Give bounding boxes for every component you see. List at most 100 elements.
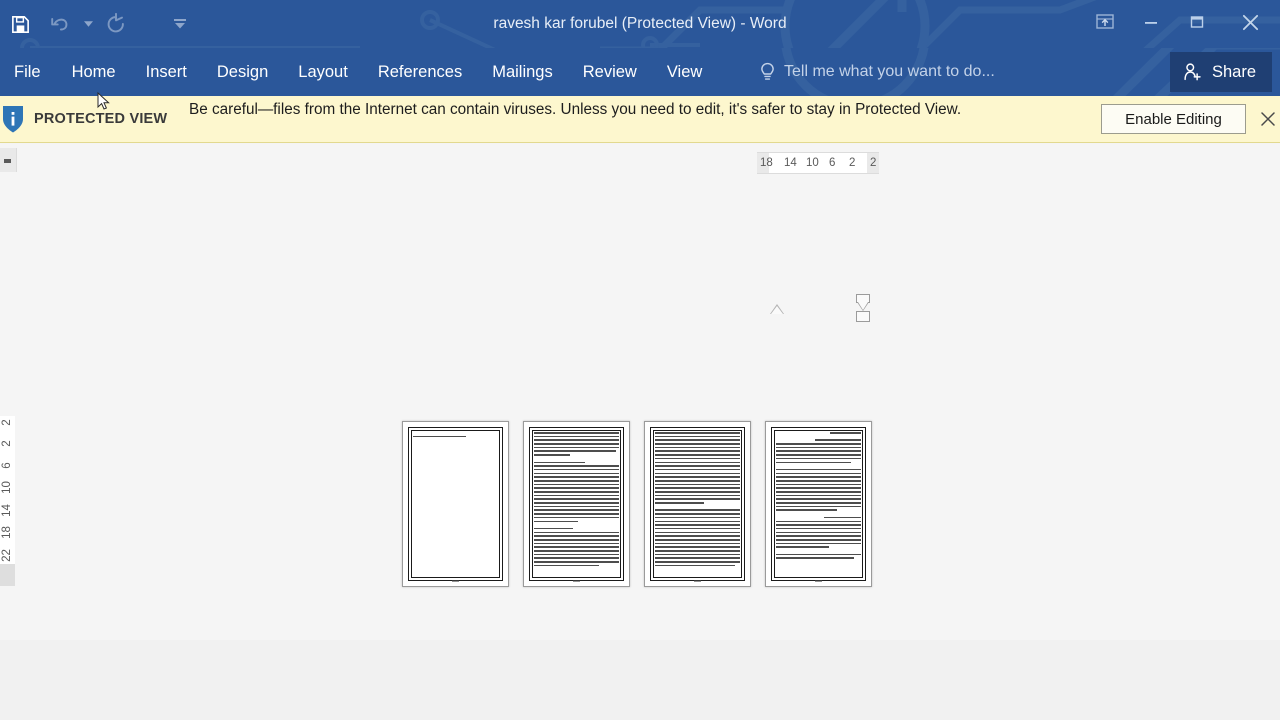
text-line xyxy=(534,432,619,434)
tab-home[interactable]: Home xyxy=(57,48,131,96)
horizontal-ruler-ticks: 18 14 10 6 2 2 xyxy=(757,153,879,173)
text-line xyxy=(655,432,740,434)
text-line xyxy=(776,443,861,445)
text-line xyxy=(534,542,619,545)
text-line xyxy=(534,435,619,438)
text-line xyxy=(534,553,619,556)
ribbon-display-options-button[interactable] xyxy=(1082,0,1128,44)
text-line xyxy=(534,439,619,441)
page-thumbnail[interactable] xyxy=(644,421,751,587)
lightbulb-icon xyxy=(761,62,774,80)
text-line xyxy=(655,446,740,449)
horizontal-ruler[interactable]: 18 14 10 6 2 2 xyxy=(757,152,879,174)
text-line xyxy=(534,483,619,486)
tab-insert[interactable]: Insert xyxy=(131,48,202,96)
tab-references[interactable]: References xyxy=(363,48,477,96)
text-line xyxy=(655,542,740,545)
dismiss-protected-view-button[interactable] xyxy=(1257,108,1279,130)
text-line xyxy=(534,531,619,534)
text-line xyxy=(534,538,619,541)
text-line xyxy=(776,479,861,482)
quick-access-toolbar[interactable] xyxy=(0,0,188,48)
tell-me-placeholder: Tell me what you want to do... xyxy=(784,63,995,80)
vruler-tick-18: 18 xyxy=(1,526,13,539)
customize-quick-access-toolbar-button[interactable] xyxy=(172,4,188,44)
tab-file[interactable]: File xyxy=(0,48,57,96)
enable-editing-button[interactable]: Enable Editing xyxy=(1101,104,1246,134)
hruler-tick-6: 6 xyxy=(829,157,836,169)
text-line xyxy=(655,443,740,445)
minimize-button[interactable] xyxy=(1128,0,1174,44)
protected-view-bar: PROTECTED VIEW Be careful—files from the… xyxy=(0,96,1280,143)
restore-icon xyxy=(1190,16,1204,28)
text-line xyxy=(655,516,740,519)
text-line xyxy=(655,468,740,471)
page-thumbnails[interactable] xyxy=(402,421,872,587)
page-text-lines xyxy=(776,432,861,574)
right-indent-marker[interactable] xyxy=(770,304,784,314)
text-line xyxy=(655,520,740,523)
redo-icon xyxy=(107,13,124,33)
ribbon-display-options-icon xyxy=(1096,14,1114,29)
tab-mailings[interactable]: Mailings xyxy=(477,48,568,96)
text-line xyxy=(534,479,619,482)
protected-view-label: PROTECTED VIEW xyxy=(34,111,168,127)
text-line xyxy=(655,435,740,438)
close-icon xyxy=(1242,14,1258,30)
text-line xyxy=(655,502,705,504)
text-line xyxy=(655,561,740,563)
text-line xyxy=(655,513,740,515)
text-line xyxy=(655,487,740,489)
text-line xyxy=(655,524,740,526)
left-indent-marker[interactable] xyxy=(856,311,870,322)
text-line xyxy=(815,439,861,441)
share-button[interactable]: Share xyxy=(1169,52,1272,92)
text-line xyxy=(655,498,740,500)
undo-button[interactable] xyxy=(40,4,80,44)
tab-selector-button[interactable] xyxy=(0,148,17,172)
undo-dropdown-button[interactable] xyxy=(80,4,96,44)
document-canvas[interactable]: 18 14 10 6 2 2 2 2 6 10 14 18 22 xyxy=(0,144,1280,720)
page-thumbnail[interactable] xyxy=(523,421,630,587)
text-line xyxy=(776,535,861,537)
page-thumbnail[interactable] xyxy=(765,421,872,587)
hanging-indent-marker[interactable] xyxy=(857,302,869,311)
text-line xyxy=(655,553,740,556)
close-button[interactable] xyxy=(1220,0,1280,44)
text-line xyxy=(534,476,619,478)
text-line xyxy=(534,454,570,456)
save-button[interactable] xyxy=(0,4,40,44)
page-number-footer xyxy=(524,580,629,582)
canvas-lower-band xyxy=(0,640,1280,720)
text-line xyxy=(655,472,740,475)
redo-button[interactable] xyxy=(96,4,136,44)
text-line xyxy=(655,509,740,512)
text-line xyxy=(534,498,619,500)
ribbon-tab-bar: File Home Insert Design Layout Reference… xyxy=(0,48,1280,96)
tell-me-search[interactable]: Tell me what you want to do... xyxy=(760,48,995,96)
page-number-footer xyxy=(766,580,871,582)
window-controls[interactable] xyxy=(1082,0,1280,44)
tab-design[interactable]: Design xyxy=(202,48,283,96)
page-thumbnail[interactable] xyxy=(402,421,509,587)
text-line xyxy=(534,516,619,519)
text-line xyxy=(776,553,861,556)
text-line xyxy=(534,472,619,475)
text-line xyxy=(655,491,740,493)
text-line xyxy=(776,557,855,559)
text-line xyxy=(776,498,861,500)
text-line xyxy=(823,516,861,519)
text-line xyxy=(776,457,861,460)
text-line xyxy=(655,557,740,559)
tab-layout[interactable]: Layout xyxy=(283,48,363,96)
text-line xyxy=(655,546,740,548)
text-line xyxy=(776,527,861,530)
hruler-tick-18: 18 xyxy=(760,157,773,169)
tab-view[interactable]: View xyxy=(652,48,717,96)
restore-button[interactable] xyxy=(1174,0,1220,44)
save-icon xyxy=(11,15,29,33)
text-line xyxy=(534,564,599,567)
ribbon-tabs[interactable]: File Home Insert Design Layout Reference… xyxy=(0,48,717,96)
tab-review[interactable]: Review xyxy=(568,48,652,96)
text-line xyxy=(655,535,740,537)
